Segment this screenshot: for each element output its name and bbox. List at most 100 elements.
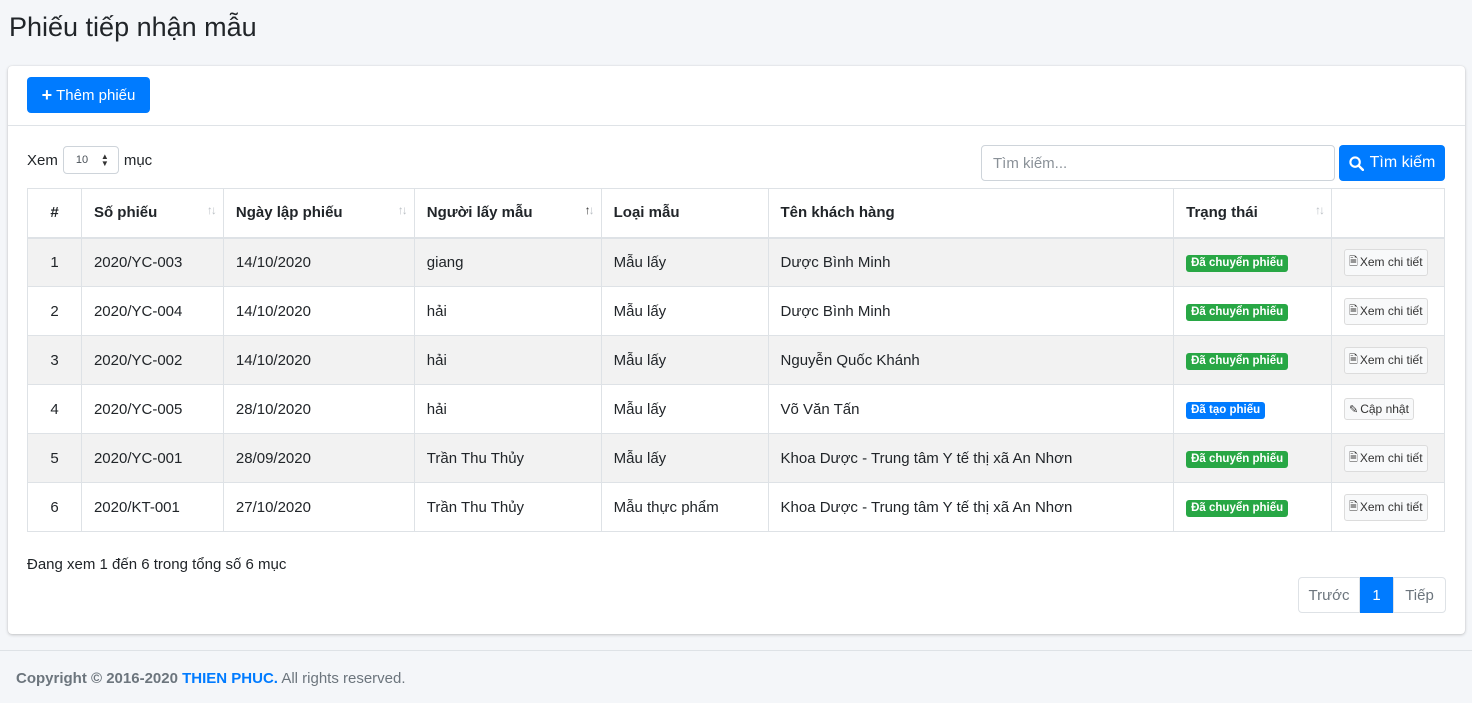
view-detail-button[interactable]: 🗎 Xem chi tiết — [1344, 444, 1428, 472]
footer-rights: All rights reserved. — [281, 670, 406, 687]
cell-so-phieu: 2020/KT-001 — [80, 482, 224, 532]
cell-khach: Dược Bình Minh — [767, 237, 1175, 287]
cell-ngay: 14/10/2020 — [222, 237, 415, 287]
pagination-prev[interactable]: Trước — [1298, 577, 1360, 613]
document-icon: 🗎 — [1349, 353, 1358, 366]
cell-loai: Mẫu lấy — [600, 237, 769, 287]
pagination-next[interactable]: Tiếp — [1393, 577, 1446, 613]
document-icon: 🗎 — [1349, 304, 1358, 317]
page-length-value: 10 — [75, 154, 89, 166]
view-detail-button[interactable]: 🗎 Xem chi tiết — [1344, 346, 1428, 374]
cell-nguoi: hải — [413, 286, 602, 336]
pagination-page-1[interactable]: 1 — [1360, 577, 1393, 613]
search-icon — [1348, 155, 1364, 171]
footer-brand-link[interactable]: THIEN PHUC. — [182, 670, 278, 687]
view-detail-button[interactable]: 🗎 Xem chi tiết — [1344, 297, 1428, 325]
view-detail-button[interactable]: 🗎 Xem chi tiết — [1344, 248, 1428, 276]
cell-ngay: 28/09/2020 — [222, 433, 415, 483]
cell-loai: Mẫu thực phẩm — [600, 482, 769, 532]
cell-ngay: 14/10/2020 — [222, 335, 415, 385]
status-badge: Đã chuyển phiếu — [1186, 303, 1289, 321]
cell-action: 🗎 Xem chi tiết — [1331, 286, 1445, 336]
search-button[interactable]: Tìm kiếm — [1339, 145, 1445, 181]
table-header-row: # Số phiếu ↑↓ Ngày lập phiếu ↑↓ Người lấy … — [27, 188, 1445, 239]
cell-nguoi: Trần Thu Thủy — [413, 482, 602, 532]
update-button[interactable]: ✎ Cập nhật — [1344, 398, 1414, 420]
pagination: Trước 1 Tiếp — [1298, 577, 1446, 613]
cell-status: Đã tạo phiếu — [1173, 384, 1332, 434]
add-ticket-button[interactable]: + Thêm phiếu — [27, 77, 150, 113]
cell-status: Đã chuyển phiếu — [1173, 286, 1332, 336]
length-suffix: mục — [123, 151, 153, 169]
cell-ngay: 27/10/2020 — [222, 482, 415, 532]
col-header-so-phieu[interactable]: Số phiếu ↑↓ — [80, 188, 224, 239]
footer-copyright: Copyright © 2016-2020 — [16, 670, 178, 687]
cell-so-phieu: 2020/YC-001 — [80, 433, 224, 483]
cell-khach: Khoa Dược - Trung tâm Y tế thị xã An Nhơ… — [767, 433, 1175, 483]
edit-icon: ✎ — [1349, 403, 1359, 416]
cell-index: 5 — [27, 433, 82, 483]
cell-khach: Khoa Dược - Trung tâm Y tế thị xã An Nhơ… — [767, 482, 1175, 532]
add-ticket-label: Thêm phiếu — [56, 86, 136, 104]
table-row: 1 2020/YC-003 14/10/2020 giang Mẫu lấy D… — [27, 237, 1445, 287]
cell-so-phieu: 2020/YC-002 — [80, 335, 224, 385]
cell-status: Đã chuyển phiếu — [1173, 433, 1332, 483]
cell-ngay: 28/10/2020 — [222, 384, 415, 434]
cell-khach: Võ Văn Tấn — [767, 384, 1175, 434]
sort-icon: ↑↓ — [206, 203, 217, 217]
search-input[interactable] — [981, 145, 1335, 181]
cell-status: Đã chuyển phiếu — [1173, 237, 1332, 287]
cell-action: 🗎 Xem chi tiết — [1331, 335, 1445, 385]
col-header-nguoi-lay[interactable]: Người lấy mẫu ↑↓ — [413, 188, 602, 239]
cell-action: 🗎 Xem chi tiết — [1331, 433, 1445, 483]
plus-icon: + — [41, 85, 53, 105]
cell-khach: Nguyễn Quốc Khánh — [767, 335, 1175, 385]
cell-index: 1 — [27, 237, 82, 287]
col-header-loai-mau[interactable]: Loại mẫu — [600, 188, 769, 239]
search-button-label: Tìm kiếm — [1369, 154, 1436, 171]
col-header-ngay-lap[interactable]: Ngày lập phiếu ↑↓ — [222, 188, 415, 239]
cell-action: ✎ Cập nhật — [1331, 384, 1445, 434]
footer: Copyright © 2016-2020 THIEN PHUC. All ri… — [16, 670, 406, 687]
table-info: Đang xem 1 đến 6 trong tổng số 6 mục — [27, 556, 287, 573]
cell-action: 🗎 Xem chi tiết — [1331, 482, 1445, 532]
cell-index: 2 — [27, 286, 82, 336]
status-badge: Đã chuyển phiếu — [1186, 450, 1289, 468]
status-badge: Đã chuyển phiếu — [1186, 499, 1289, 517]
cell-index: 6 — [27, 482, 82, 532]
tickets-table: # Số phiếu ↑↓ Ngày lập phiếu ↑↓ Người lấy … — [27, 188, 1445, 532]
table-row: 3 2020/YC-002 14/10/2020 hải Mẫu lấy Ngu… — [27, 335, 1445, 385]
cell-loai: Mẫu lấy — [600, 384, 769, 434]
sort-icon: ↑↓ — [397, 203, 408, 217]
table-row: 5 2020/YC-001 28/09/2020 Trần Thu Thủy M… — [27, 433, 1445, 483]
footer-divider — [0, 650, 1472, 651]
table-row: 6 2020/KT-001 27/10/2020 Trần Thu Thủy M… — [27, 482, 1445, 532]
cell-so-phieu: 2020/YC-003 — [80, 237, 224, 287]
cell-nguoi: giang — [413, 237, 602, 287]
cell-loai: Mẫu lấy — [600, 286, 769, 336]
cell-action: 🗎 Xem chi tiết — [1331, 237, 1445, 287]
cell-status: Đã chuyển phiếu — [1173, 482, 1332, 532]
cell-khach: Dược Bình Minh — [767, 286, 1175, 336]
page-length-select[interactable]: 10 ▲ ▼ — [62, 146, 119, 174]
sort-icon: ↑↓ — [1315, 203, 1325, 217]
cell-nguoi: Trần Thu Thủy — [413, 433, 602, 483]
cell-index: 4 — [27, 384, 82, 434]
cell-loai: Mẫu lấy — [600, 335, 769, 385]
col-header-index[interactable]: # — [27, 188, 82, 239]
card-header: + Thêm phiếu — [8, 66, 1465, 126]
cell-status: Đã chuyển phiếu — [1173, 335, 1332, 385]
status-badge: Đã tạo phiếu — [1186, 401, 1266, 419]
document-icon: 🗎 — [1349, 451, 1358, 464]
page-title: Phiếu tiếp nhận mẫu — [9, 12, 257, 42]
status-badge: Đã chuyển phiếu — [1186, 254, 1289, 272]
sort-asc-icon: ↑↓ — [584, 203, 595, 217]
status-badge: Đã chuyển phiếu — [1186, 352, 1289, 370]
main-card: + Thêm phiếu Xem 10 ▲▼ mục Tìm kiếm # Số… — [8, 66, 1465, 634]
table-row: 4 2020/YC-005 28/10/2020 hải Mẫu lấy Võ … — [27, 384, 1445, 434]
view-detail-button[interactable]: 🗎 Xem chi tiết — [1344, 493, 1428, 521]
col-header-actions — [1331, 188, 1445, 239]
cell-so-phieu: 2020/YC-005 — [80, 384, 224, 434]
col-header-trang-thai[interactable]: Trạng thái ↑↓ — [1173, 188, 1332, 239]
col-header-ten-khach[interactable]: Tên khách hàng — [767, 188, 1175, 239]
